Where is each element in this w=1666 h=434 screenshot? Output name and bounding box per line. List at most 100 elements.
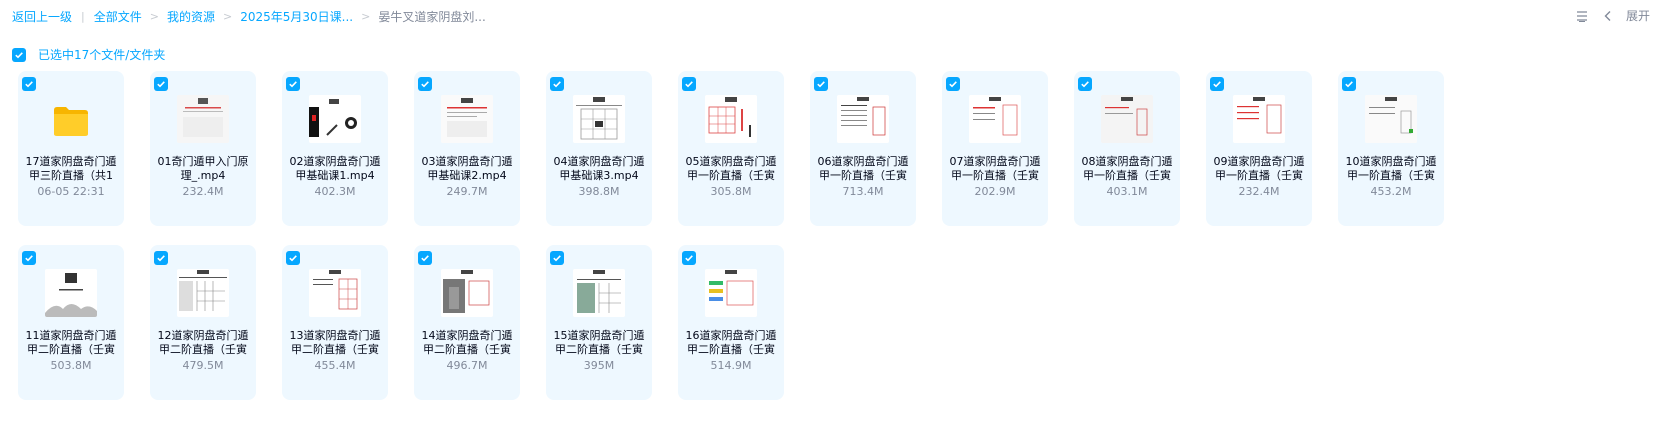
selection-count-label: 已选中17个文件/文件夹 [38,48,166,62]
item-checkbox[interactable] [286,77,300,91]
check-icon [949,81,957,88]
file-size: 403.1M [1106,185,1148,198]
video-thumbnail [573,269,625,317]
item-checkbox[interactable] [154,251,168,265]
file-name: 13道家阴盘奇门遁甲二阶直播（壬寅 [289,329,381,356]
check-icon [289,81,297,88]
item-checkbox[interactable] [286,251,300,265]
file-size: 395M [583,359,615,372]
breadcrumb-item-current: 晏牛叉道家阴盘刘... [378,10,486,24]
video-thumbnail [309,269,361,317]
breadcrumb-item-my-resources[interactable]: 我的资源 [167,8,215,25]
file-card[interactable]: 08道家阴盘奇门遁甲一阶直播（壬寅 403.1M [1074,71,1180,226]
check-icon [685,81,693,88]
file-name: 09道家阴盘奇门遁甲一阶直播（壬寅 [1213,155,1305,182]
folder-card[interactable]: 17道家阴盘奇门遁甲三阶直播（共1 06-05 22:31 [18,71,124,226]
back-link[interactable]: 返回上一级 [12,8,72,25]
item-checkbox[interactable] [418,251,432,265]
file-name: 03道家阴盘奇门遁甲基础课2.mp4 [421,155,513,182]
breadcrumb-item-course-folder[interactable]: 2025年5月30日课... [240,8,353,25]
video-thumbnail [837,95,889,143]
file-card[interactable]: 04道家阴盘奇门遁甲基础课3.mp4 398.8M [546,71,652,226]
file-card[interactable]: 13道家阴盘奇门遁甲二阶直播（壬寅 455.4M [282,245,388,400]
item-checkbox[interactable] [946,77,960,91]
video-thumbnail [969,95,1021,143]
item-checkbox[interactable] [418,77,432,91]
check-icon [1213,81,1221,88]
item-checkbox[interactable] [154,77,168,91]
file-card[interactable]: 14道家阴盘奇门遁甲二阶直播（壬寅 496.7M [414,245,520,400]
breadcrumb-separator: > [149,10,159,23]
file-name: 07道家阴盘奇门遁甲一阶直播（壬寅 [949,155,1041,182]
file-name: 01奇门遁甲入门原理_.mp4 [157,155,249,182]
file-size: 514.9M [710,359,752,372]
file-name: 05道家阴盘奇门遁甲一阶直播（壬寅 [685,155,777,182]
check-icon [289,255,297,262]
file-name: 06道家阴盘奇门遁甲一阶直播（壬寅 [817,155,909,182]
check-icon [421,81,429,88]
header-bar: 返回上一级 | 全部文件 > 我的资源 > 2025年5月30日课... > 晏… [0,0,1666,32]
file-size: 398.8M [578,185,620,198]
file-name: 15道家阴盘奇门遁甲二阶直播（壬寅 [553,329,645,356]
file-size: 232.4M [1238,185,1280,198]
list-view-icon[interactable] [1574,8,1590,24]
breadcrumb-item-all-files[interactable]: 全部文件 [94,8,142,25]
file-card[interactable]: 06道家阴盘奇门遁甲一阶直播（壬寅 713.4M [810,71,916,226]
check-icon [1081,81,1089,88]
file-card[interactable]: 12道家阴盘奇门遁甲二阶直播（壬寅 479.5M [150,245,256,400]
file-name: 02道家阴盘奇门遁甲基础课1.mp4 [289,155,381,182]
expand-button[interactable]: 展开 [1626,7,1650,24]
video-thumbnail [441,95,493,143]
file-name: 11道家阴盘奇门遁甲二阶直播（壬寅 [25,329,117,356]
check-icon [817,81,825,88]
video-thumbnail [705,269,757,317]
file-card[interactable]: 05道家阴盘奇门遁甲一阶直播（壬寅 305.8M [678,71,784,226]
file-size: 455.4M [314,359,356,372]
file-size: 305.8M [710,185,752,198]
file-card[interactable]: 02道家阴盘奇门遁甲基础课1.mp4 402.3M [282,71,388,226]
check-icon [553,255,561,262]
video-thumbnail [177,95,229,143]
chevron-left-icon[interactable] [1600,8,1616,24]
file-size: 202.9M [974,185,1016,198]
check-icon [25,81,33,88]
item-checkbox[interactable] [682,251,696,265]
breadcrumb-separator: > [361,10,371,23]
item-checkbox[interactable] [22,251,36,265]
file-card[interactable]: 07道家阴盘奇门遁甲一阶直播（壬寅 202.9M [942,71,1048,226]
item-checkbox[interactable] [22,77,36,91]
file-card[interactable]: 15道家阴盘奇门遁甲二阶直播（壬寅 395M [546,245,652,400]
file-card[interactable]: 01奇门遁甲入门原理_.mp4 232.4M [150,71,256,226]
file-size: 453.2M [1370,185,1412,198]
check-icon [25,255,33,262]
video-thumbnail [177,269,229,317]
select-all-checkbox[interactable] [12,47,26,62]
video-thumbnail [441,269,493,317]
file-name: 16道家阴盘奇门遁甲二阶直播（壬寅 [685,329,777,356]
file-size: 496.7M [446,359,488,372]
video-thumbnail [1101,95,1153,143]
file-grid: 17道家阴盘奇门遁甲三阶直播（共1 06-05 22:31 01奇门遁甲入门原理_.… [18,71,1618,400]
file-name: 14道家阴盘奇门遁甲二阶直播（壬寅 [421,329,513,356]
item-checkbox[interactable] [814,77,828,91]
item-checkbox[interactable] [682,77,696,91]
file-card[interactable]: 11道家阴盘奇门遁甲二阶直播（壬寅 503.8M [18,245,124,400]
file-name: 08道家阴盘奇门遁甲一阶直播（壬寅 [1081,155,1173,182]
file-name: 10道家阴盘奇门遁甲一阶直播（壬寅 [1345,155,1437,182]
video-thumbnail [45,269,97,317]
item-checkbox[interactable] [550,77,564,91]
breadcrumb-divider: | [81,10,85,23]
item-checkbox[interactable] [1078,77,1092,91]
file-card[interactable]: 09道家阴盘奇门遁甲一阶直播（壬寅 232.4M [1206,71,1312,226]
video-thumbnail [1233,95,1285,143]
file-card[interactable]: 10道家阴盘奇门遁甲一阶直播（壬寅 453.2M [1338,71,1444,226]
video-thumbnail [1365,95,1417,143]
file-date: 06-05 22:31 [37,185,105,198]
check-icon [421,255,429,262]
item-checkbox[interactable] [550,251,564,265]
check-icon [157,255,165,262]
item-checkbox[interactable] [1210,77,1224,91]
item-checkbox[interactable] [1342,77,1356,91]
file-card[interactable]: 16道家阴盘奇门遁甲二阶直播（壬寅 514.9M [678,245,784,400]
file-card[interactable]: 03道家阴盘奇门遁甲基础课2.mp4 249.7M [414,71,520,226]
